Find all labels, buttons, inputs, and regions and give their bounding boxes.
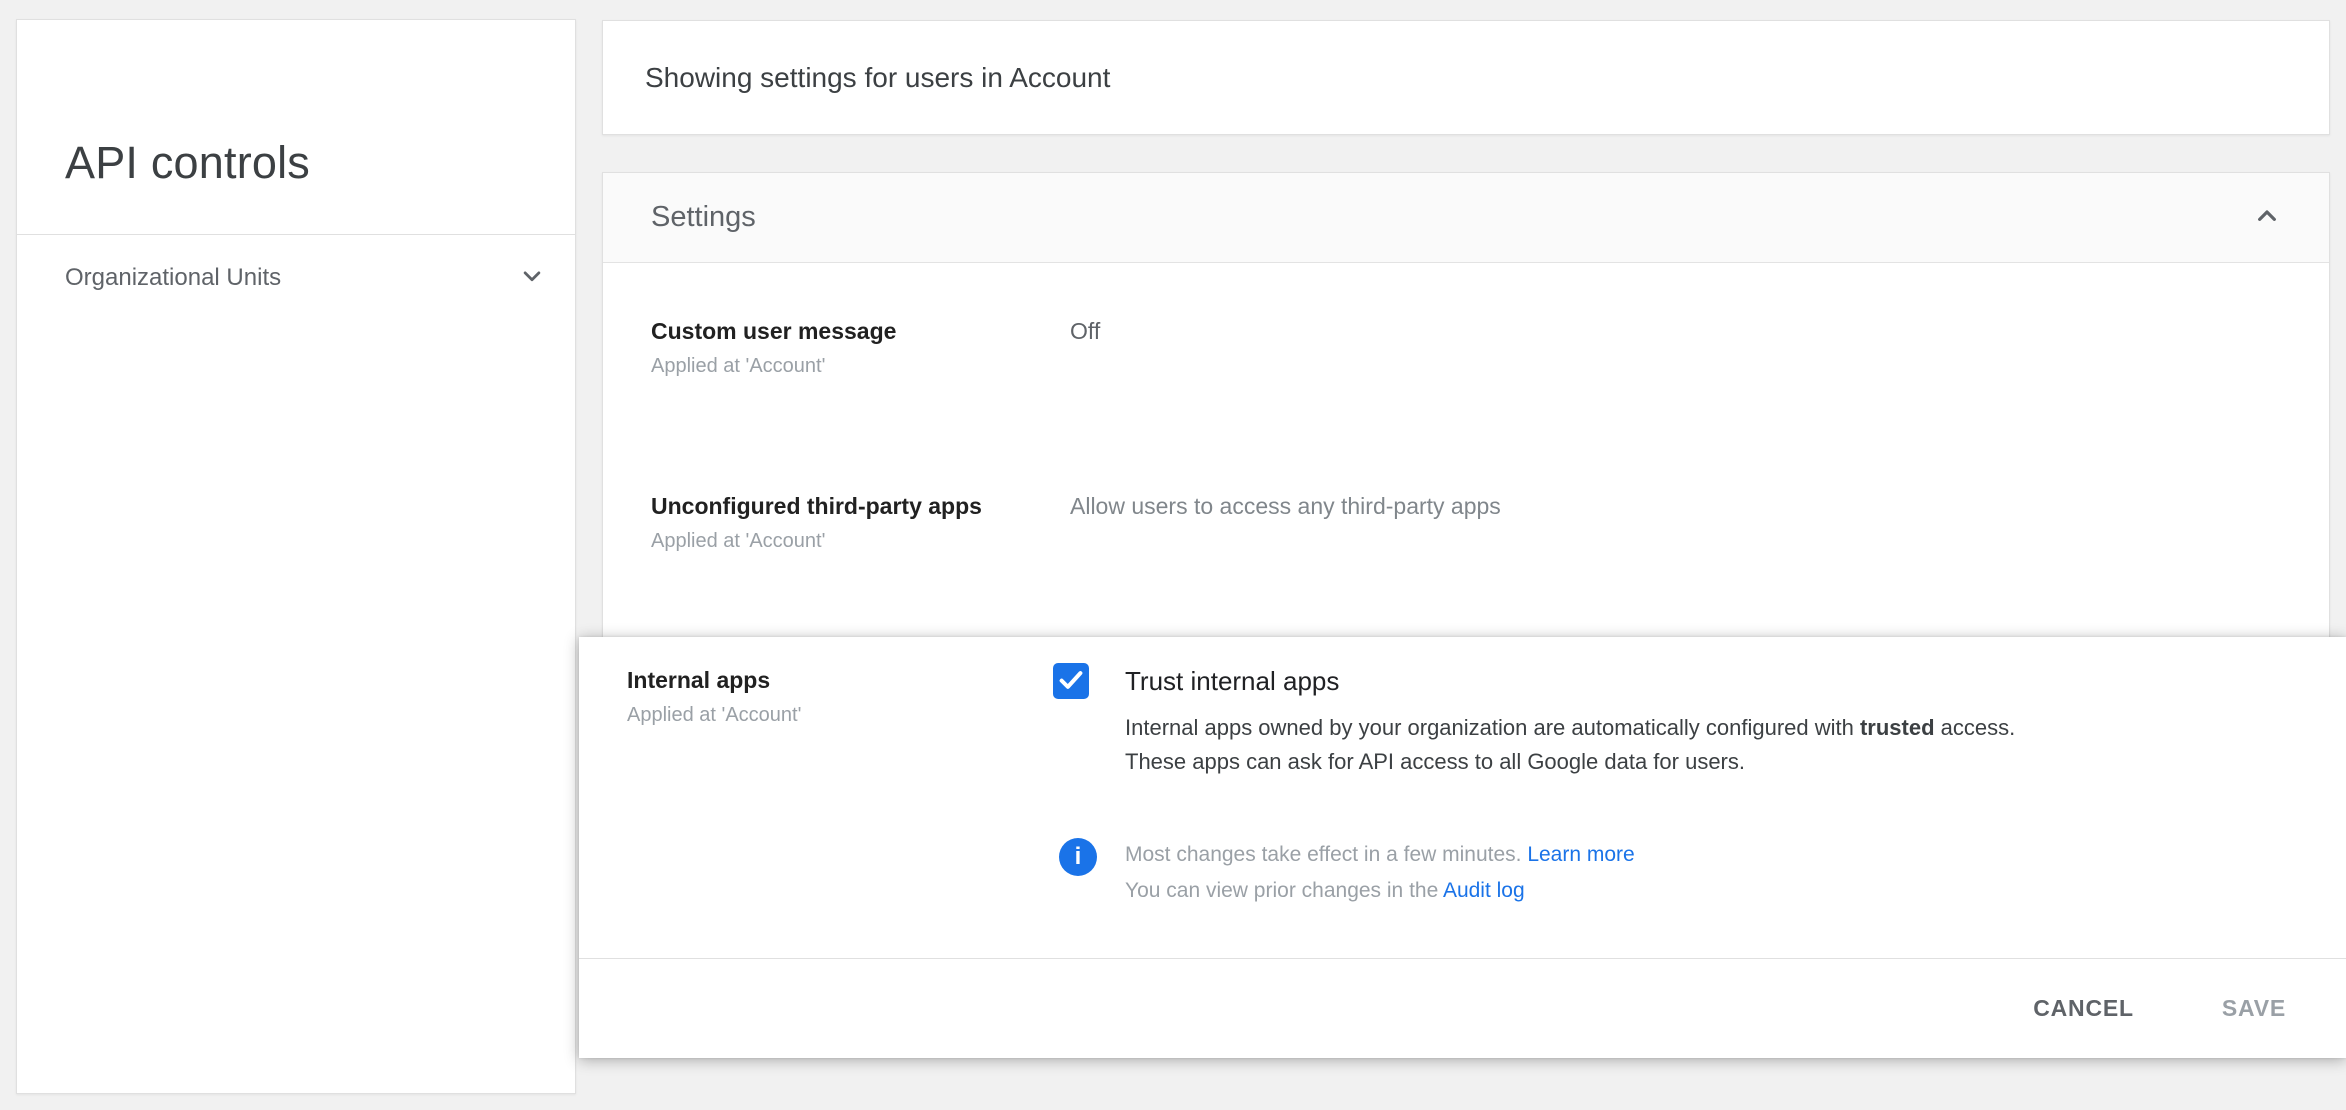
sidebar: API controls Organizational Units [16,19,576,1094]
trust-internal-apps-row: Trust internal apps [1053,663,1339,699]
trust-internal-apps-label: Trust internal apps [1125,665,1340,696]
setting-applied-at: Applied at 'Account' [651,355,826,377]
learn-more-link[interactable]: Learn more [1527,843,1634,866]
settings-section-title: Settings [651,201,756,233]
setting-label-column: Internal apps Applied at 'Account' [627,665,801,727]
setting-row-custom-user-message[interactable]: Custom user message Applied at 'Account'… [603,316,2329,378]
note-line-1: Most changes take effect in a few minute… [1125,837,1635,873]
description-text: access. [1934,715,2016,740]
setting-applied-at: Applied at 'Account' [627,704,802,726]
setting-name: Internal apps [627,667,771,693]
setting-row-unconfigured-third-party-apps[interactable]: Unconfigured third-party apps Applied at… [603,491,2329,553]
setting-value: Allow users to access any third-party ap… [1070,493,1501,519]
scope-text: Showing settings for users in Account [645,61,1111,93]
info-icon: i [1059,838,1097,876]
setting-name: Custom user message [651,318,897,344]
setting-value: Off [1070,318,1101,344]
setting-label-column: Custom user message Applied at 'Account' [651,316,1070,378]
collapse-section-button[interactable] [2249,200,2285,236]
checkmark-icon [1056,665,1086,698]
note-line-2: You can view prior changes in the Audit … [1125,873,1635,909]
description-line-2: These apps can ask for API access to all… [1125,749,1745,774]
description-bold-text: trusted [1859,715,1935,740]
setting-applied-at: Applied at 'Account' [651,530,826,552]
divider [17,234,575,235]
description-text: Internal apps owned by your organization… [1125,715,1860,740]
page-title: API controls [65,137,311,188]
setting-label-column: Unconfigured third-party apps Applied at… [651,491,1070,553]
internal-apps-description: Internal apps owned by your organization… [1125,711,2235,779]
note-text: You can view prior changes in the [1125,879,1443,902]
settings-header: Settings [603,173,2329,263]
internal-apps-editor: Internal apps Applied at 'Account' Trust… [579,637,2346,1058]
chevron-up-icon [2251,200,2283,235]
api-controls-page: API controls Organizational Units Showin… [0,0,2346,1110]
setting-name: Unconfigured third-party apps [651,493,982,519]
note-text: Most changes take effect in a few minute… [1125,843,1528,866]
settings-card: Settings Custom user message Applied at … [602,172,2330,652]
sidebar-item-organizational-units[interactable]: Organizational Units [17,246,575,310]
scope-banner: Showing settings for users in Account [602,20,2330,135]
trust-internal-apps-checkbox[interactable] [1053,663,1089,699]
description-line-1: Internal apps owned by your organization… [1125,711,2235,745]
dialog-actions: CANCEL SAVE [579,959,2346,1058]
organizational-units-label: Organizational Units [65,264,282,291]
save-button[interactable]: SAVE [2206,981,2302,1036]
changes-note: Most changes take effect in a few minute… [1125,837,1635,909]
chevron-down-icon [517,261,547,296]
cancel-button[interactable]: CANCEL [2017,981,2150,1036]
settings-rows: Custom user message Applied at 'Account'… [603,263,2329,553]
audit-log-link[interactable]: Audit log [1443,879,1525,902]
